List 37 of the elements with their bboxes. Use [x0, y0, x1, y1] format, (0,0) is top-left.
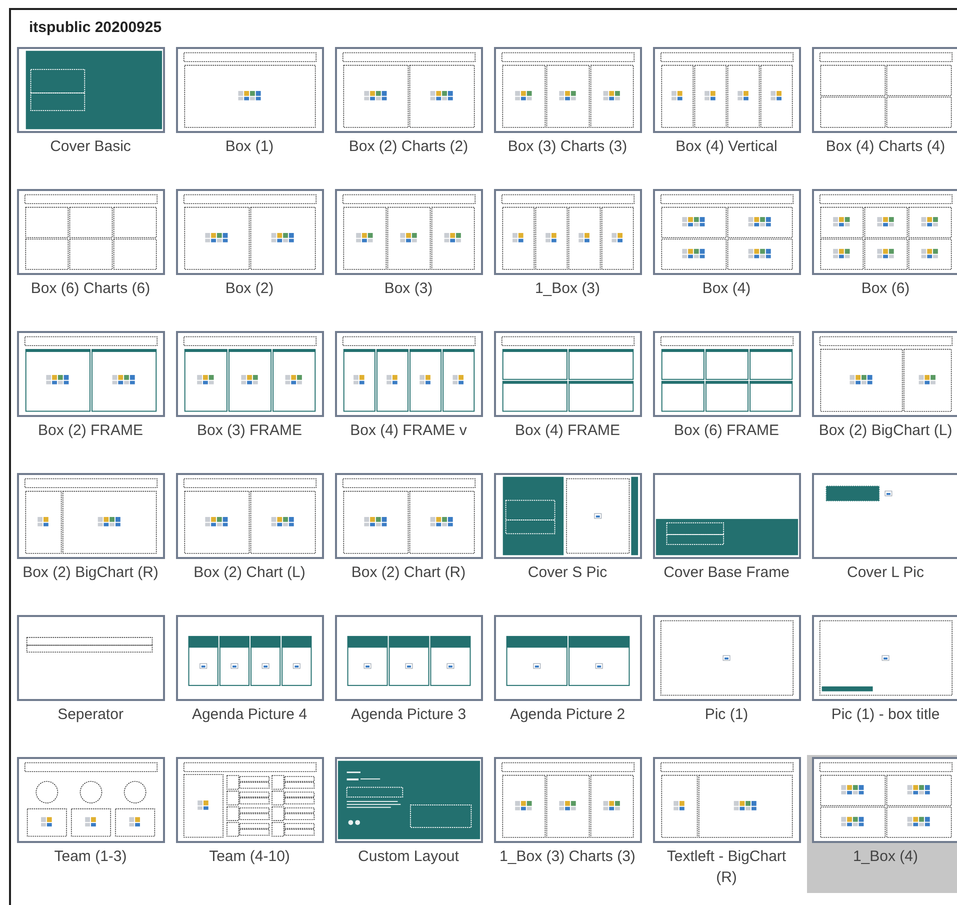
layout-option[interactable]: Box (1)	[171, 45, 328, 183]
layout-option[interactable]: Box (3) Charts (3)	[489, 45, 646, 183]
layout-option[interactable]: Box (6)	[807, 187, 957, 325]
layout-option[interactable]: Box (4) Vertical	[648, 45, 805, 183]
layout-option[interactable]: Seperator	[12, 613, 169, 751]
layout-option[interactable]: Pic (1)	[648, 613, 805, 751]
layout-option[interactable]: 1_Box (4)	[807, 755, 957, 893]
layout-option[interactable]: Box (2) Charts (2)	[330, 45, 487, 183]
layout-option[interactable]: Box (4) Charts (4)	[807, 45, 957, 183]
layout-option[interactable]: Agenda Picture 2	[489, 613, 646, 751]
layout-option[interactable]: Box (3)	[330, 187, 487, 325]
layout-option[interactable]: Box (4) FRAME	[489, 329, 646, 467]
layout-option[interactable]: Cover S Pic	[489, 471, 646, 609]
layout-option[interactable]: Textleft - BigChart (R)	[648, 755, 805, 893]
layout-option[interactable]: Cover L Pic	[807, 471, 957, 609]
layout-option[interactable]: Box (2) FRAME	[12, 329, 169, 467]
layout-option[interactable]: Cover Basic	[12, 45, 169, 183]
layout-option[interactable]: Box (4)	[648, 187, 805, 325]
layout-option[interactable]: Box (6) Charts (6)	[12, 187, 169, 325]
layout-option[interactable]: Agenda Picture 4	[171, 613, 328, 751]
layout-option[interactable]: Box (4) FRAME v	[330, 329, 487, 467]
layout-option[interactable]: Team (4-10)	[171, 755, 328, 893]
layout-option[interactable]: 1_Box (3)	[489, 187, 646, 325]
gallery-title: itspublic 20200925	[28, 18, 163, 38]
layout-option[interactable]: 1_Box (3) Charts (3)	[489, 755, 646, 893]
layout-option[interactable]: Box (2)	[171, 187, 328, 325]
layout-option[interactable]: Box (6) FRAME	[648, 329, 805, 467]
layout-option[interactable]: Box (2) BigChart (R)	[12, 471, 169, 609]
layout-option[interactable]: Box (2) Chart (L)	[171, 471, 328, 609]
layout-option[interactable]: Pic (1) - box title	[807, 613, 957, 751]
layout-option[interactable]: Box (2) BigChart (L)	[807, 329, 957, 467]
layout-option[interactable]: Box (3) FRAME	[171, 329, 328, 467]
layout-option[interactable]: Box (2) Chart (R)	[330, 471, 487, 609]
layout-option[interactable]: Agenda Picture 3	[330, 613, 487, 751]
layout-option[interactable]: Cover Base Frame	[648, 471, 805, 609]
layout-option[interactable]: Custom Layout	[330, 755, 487, 893]
layout-option[interactable]: Team (1-3)	[12, 755, 169, 893]
